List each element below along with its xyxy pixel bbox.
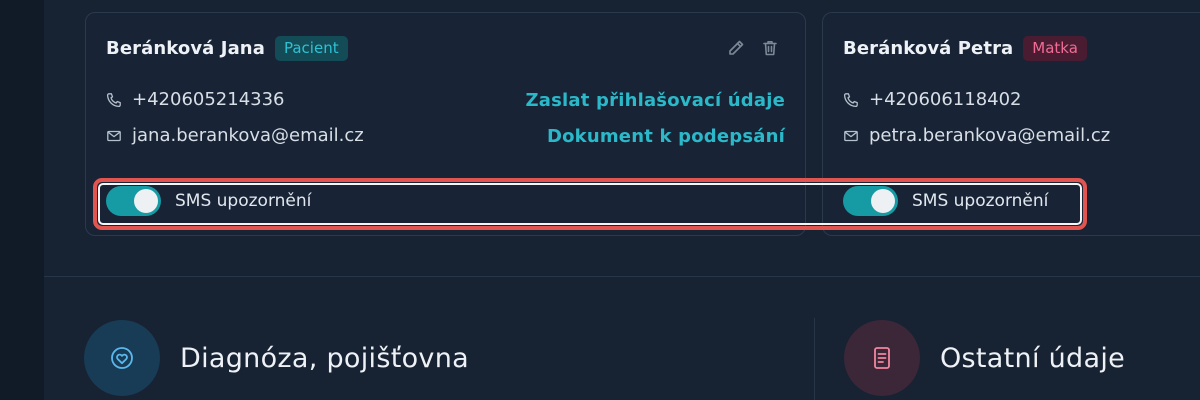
section-divider xyxy=(44,276,1200,277)
contact-email: jana.berankova@email.cz xyxy=(132,125,364,146)
phone-icon xyxy=(106,92,121,107)
contact-card-jana: Beránková Jana Pacient +420605214336 jan… xyxy=(85,12,806,236)
contact-phone-row: +420605214336 xyxy=(106,89,285,110)
contact-name: Beránková Jana xyxy=(106,38,265,59)
sms-label: SMS upozornění xyxy=(912,191,1049,211)
contact-phone: +420606118402 xyxy=(869,89,1022,110)
edit-pencil-icon[interactable] xyxy=(726,38,746,58)
section-diagnosis-insurance[interactable]: Diagnóza, pojišťovna xyxy=(84,320,469,396)
sms-toggle[interactable] xyxy=(106,186,161,216)
card-actions xyxy=(726,38,780,58)
envelope-icon xyxy=(844,130,858,141)
section-icon-wrapper xyxy=(844,320,920,396)
contact-phone-row: +420606118402 xyxy=(843,89,1022,110)
sms-notification-row: SMS upozornění xyxy=(843,186,1048,216)
contact-header: Beránková Jana Pacient xyxy=(106,36,348,61)
phone-icon xyxy=(843,92,858,107)
send-login-link[interactable]: Zaslat přihlašovací údaje xyxy=(526,90,785,111)
contact-header: Beránková Petra Matka xyxy=(843,36,1087,61)
trash-icon[interactable] xyxy=(760,38,780,58)
sms-notification-row: SMS upozornění xyxy=(106,186,311,216)
contact-email-row: petra.berankova@email.cz xyxy=(843,125,1110,146)
toggle-knob xyxy=(871,189,895,213)
sms-toggle[interactable] xyxy=(843,186,898,216)
contact-email: petra.berankova@email.cz xyxy=(869,125,1111,146)
document-to-sign-link[interactable]: Dokument k podepsání xyxy=(547,126,785,147)
heart-icon xyxy=(111,347,133,369)
left-sidebar-rail xyxy=(0,0,44,400)
contact-card-petra: Beránková Petra Matka +420606118402 petr… xyxy=(822,12,1200,236)
contact-phone: +420605214336 xyxy=(132,89,285,110)
section-title: Ostatní údaje xyxy=(940,342,1126,374)
contact-name: Beránková Petra xyxy=(843,38,1014,59)
contact-email-row: jana.berankova@email.cz xyxy=(106,125,364,146)
role-badge-patient: Pacient xyxy=(274,36,348,61)
envelope-icon xyxy=(107,130,121,141)
toggle-knob xyxy=(134,189,158,213)
document-icon xyxy=(874,347,890,369)
section-other-details[interactable]: Ostatní údaje xyxy=(844,320,1125,396)
sms-label: SMS upozornění xyxy=(175,191,312,211)
section-title: Diagnóza, pojišťovna xyxy=(180,342,469,374)
role-badge-mother: Matka xyxy=(1023,36,1087,61)
section-icon-wrapper xyxy=(84,320,160,396)
column-divider xyxy=(814,318,815,400)
